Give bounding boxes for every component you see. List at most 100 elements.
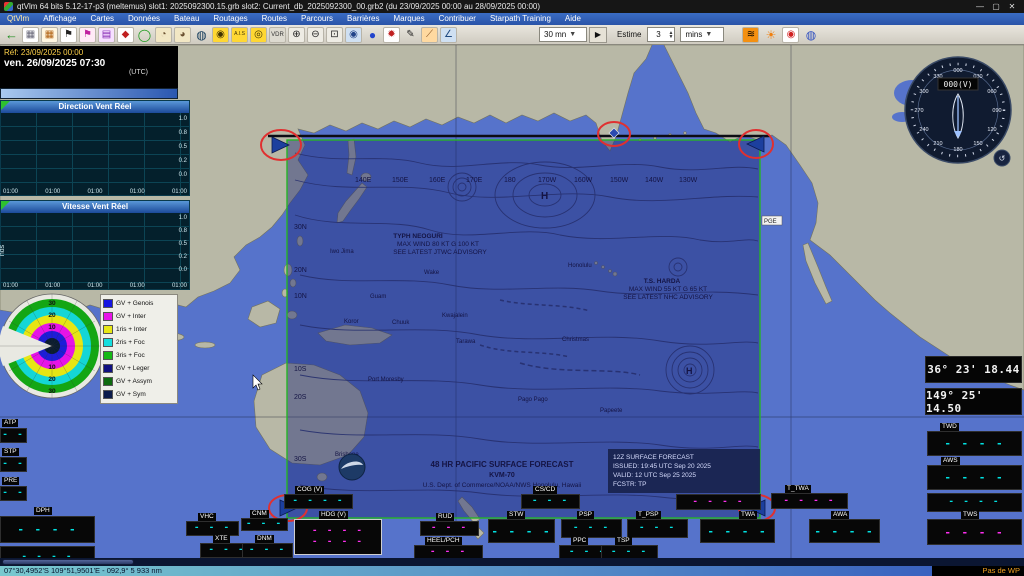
- vdr-icon[interactable]: VDR: [269, 27, 286, 43]
- svg-text:Port Moresby: Port Moresby: [368, 377, 404, 383]
- zoom-area-icon[interactable]: ⊡: [326, 27, 343, 43]
- menu-item-routages[interactable]: Routages: [206, 13, 254, 25]
- time-slider[interactable]: [0, 558, 1024, 566]
- route-ellipse-icon[interactable]: ◯: [136, 27, 153, 43]
- svg-text:10: 10: [48, 324, 56, 331]
- svg-text:150: 150: [973, 141, 982, 147]
- app-icon: [4, 2, 13, 11]
- svg-text:20: 20: [48, 376, 56, 383]
- y-tick: 0.0: [179, 267, 187, 273]
- legend-row: GV + Sym: [103, 388, 175, 401]
- clock-next-icon[interactable]: ◕: [174, 27, 191, 43]
- panel-header-strip: [0, 88, 178, 99]
- menu-item-bateau[interactable]: Bateau: [167, 13, 206, 25]
- menu-item-starpath-training[interactable]: Starpath Training: [483, 13, 558, 25]
- globe-dark-icon[interactable]: ◍: [193, 27, 210, 43]
- pink-flag-icon[interactable]: ⚑: [79, 27, 96, 43]
- ruler-icon[interactable]: ⟋: [421, 27, 438, 43]
- globe-search-icon[interactable]: ◉: [345, 27, 362, 43]
- panel-collapse-button[interactable]: [1, 201, 10, 210]
- barriers-icon[interactable]: ▤: [98, 27, 115, 43]
- minimize-button[interactable]: —: [972, 2, 988, 11]
- svg-text:Tarawa: Tarawa: [456, 339, 476, 345]
- svg-text:120: 120: [987, 127, 996, 133]
- grib-slot1-icon[interactable]: ▦: [22, 27, 39, 43]
- menu-item-marques[interactable]: Marques: [386, 13, 431, 25]
- estime-unit-select[interactable]: mins ▼: [680, 27, 724, 42]
- zoom-out-icon[interactable]: ⊖: [307, 27, 324, 43]
- compass-rose-icon[interactable]: ✹: [383, 27, 400, 43]
- svg-text:MAX WIND 55 KT G 65 KT: MAX WIND 55 KT G 65 KT: [629, 286, 707, 293]
- svg-text:20: 20: [48, 312, 56, 319]
- menu-item-routes[interactable]: Routes: [255, 13, 294, 25]
- menu-bar: QtVlmAffichageCartesDonnéesBateauRoutage…: [0, 13, 1024, 25]
- current-date: ven. 26/09/2025 07:30: [4, 58, 174, 69]
- clock-prev-icon[interactable]: ◔: [155, 27, 172, 43]
- svg-text:Honolulu: Honolulu: [568, 263, 592, 269]
- menu-item-qtvlm[interactable]: QtVlm: [0, 13, 36, 25]
- y-tick: 1.0: [179, 215, 187, 221]
- lifering-icon[interactable]: ◉: [782, 27, 799, 43]
- spin-arrows-icon[interactable]: ▲▼: [669, 31, 675, 39]
- zoom-in-icon[interactable]: ⊕: [288, 27, 305, 43]
- title-bar: qtVlm 64 bits 5.12-17-p3 (meltemus) slot…: [0, 0, 1024, 13]
- sail-legend: GV + GenoisGV + Inter1ris + Inter2ris + …: [100, 294, 178, 404]
- world-clock-icon[interactable]: ◍: [802, 27, 819, 43]
- wind-speed-panel: Vitesse Vent Réel nds 1.0 0.8 0.5 0.2 0.…: [0, 200, 190, 290]
- svg-text:H: H: [686, 366, 693, 376]
- y-tick: 0.5: [179, 241, 187, 247]
- svg-text:ISSUED: 19:45 UTC Sep 20 2025: ISSUED: 19:45 UTC Sep 20 2025: [613, 463, 711, 470]
- menu-item-aide[interactable]: Aide: [558, 13, 588, 25]
- protractor-icon[interactable]: ∠: [440, 27, 457, 43]
- play-animation-button[interactable]: ▶: [589, 27, 607, 43]
- estime-spinbox[interactable]: 3 ▲▼: [647, 27, 675, 42]
- marks-icon[interactable]: ◆: [117, 27, 134, 43]
- close-button[interactable]: ✕: [1004, 2, 1020, 11]
- menu-item-contribuer[interactable]: Contribuer: [432, 13, 483, 25]
- ais-bulb-icon[interactable]: ◉: [212, 27, 229, 43]
- panel-title: Direction Vent Réel: [1, 101, 189, 113]
- legend-swatch: [103, 351, 113, 360]
- menu-item-donn-es[interactable]: Données: [121, 13, 167, 25]
- legend-label: GV + Sym: [116, 391, 146, 398]
- svg-text:Christmas: Christmas: [562, 337, 589, 343]
- grib-slot2-icon[interactable]: ▦: [41, 27, 58, 43]
- panel-collapse-button[interactable]: [1, 101, 10, 110]
- menu-item-parcours[interactable]: Parcours: [294, 13, 340, 25]
- svg-text:10: 10: [48, 364, 56, 371]
- legend-label: GV + Genois: [116, 300, 153, 307]
- legend-row: GV + Leger: [103, 362, 175, 375]
- svg-text:H: H: [541, 191, 548, 202]
- menu-item-cartes[interactable]: Cartes: [83, 13, 121, 25]
- checkered-flag-icon[interactable]: ⚑: [60, 27, 77, 43]
- svg-text:10N: 10N: [294, 293, 307, 300]
- svg-text:130W: 130W: [679, 177, 698, 184]
- svg-text:Guam: Guam: [370, 294, 386, 300]
- svg-text:48 HR PACIFIC SURFACE FORECAST: 48 HR PACIFIC SURFACE FORECAST: [431, 460, 574, 469]
- chevron-down-icon: ▼: [705, 31, 712, 38]
- svg-text:060: 060: [987, 89, 996, 95]
- globe-blue-icon[interactable]: ●: [364, 27, 381, 43]
- pencil-icon[interactable]: ✎: [402, 27, 419, 43]
- svg-text:180: 180: [953, 147, 962, 153]
- y-tick: 0.8: [179, 130, 187, 136]
- svg-text:090: 090: [992, 108, 1001, 114]
- svg-text:SEE LATEST NHC ADVISORY: SEE LATEST NHC ADVISORY: [623, 294, 713, 301]
- menu-item-barri-res[interactable]: Barrières: [340, 13, 386, 25]
- svg-text:U.S. Dept. of Commerce/NOAA/NW: U.S. Dept. of Commerce/NOAA/NWS Honolulu…: [423, 482, 582, 489]
- sun-ephemerides-icon[interactable]: ☀: [762, 27, 779, 43]
- back-icon[interactable]: ←: [3, 27, 20, 43]
- svg-text:270: 270: [914, 108, 923, 114]
- tide-warning-icon[interactable]: ≋: [742, 27, 759, 43]
- time-slider-handle[interactable]: [2, 559, 134, 565]
- time-step-select[interactable]: 30 mn ▼: [539, 27, 587, 42]
- legend-swatch: [103, 377, 113, 386]
- cursor-position-text: 07°30,4952'S 109°51,9501'E - 092,9° 5 93…: [0, 566, 932, 576]
- maximize-button[interactable]: ▢: [988, 2, 1004, 11]
- ais-label-icon[interactable]: A.I.S: [231, 27, 248, 43]
- menu-item-affichage[interactable]: Affichage: [36, 13, 83, 25]
- bulb2-icon[interactable]: ◎: [250, 27, 267, 43]
- svg-text:150E: 150E: [392, 177, 409, 184]
- svg-text:T.S. HARDA: T.S. HARDA: [644, 278, 681, 285]
- x-tick: 01:00: [130, 283, 145, 289]
